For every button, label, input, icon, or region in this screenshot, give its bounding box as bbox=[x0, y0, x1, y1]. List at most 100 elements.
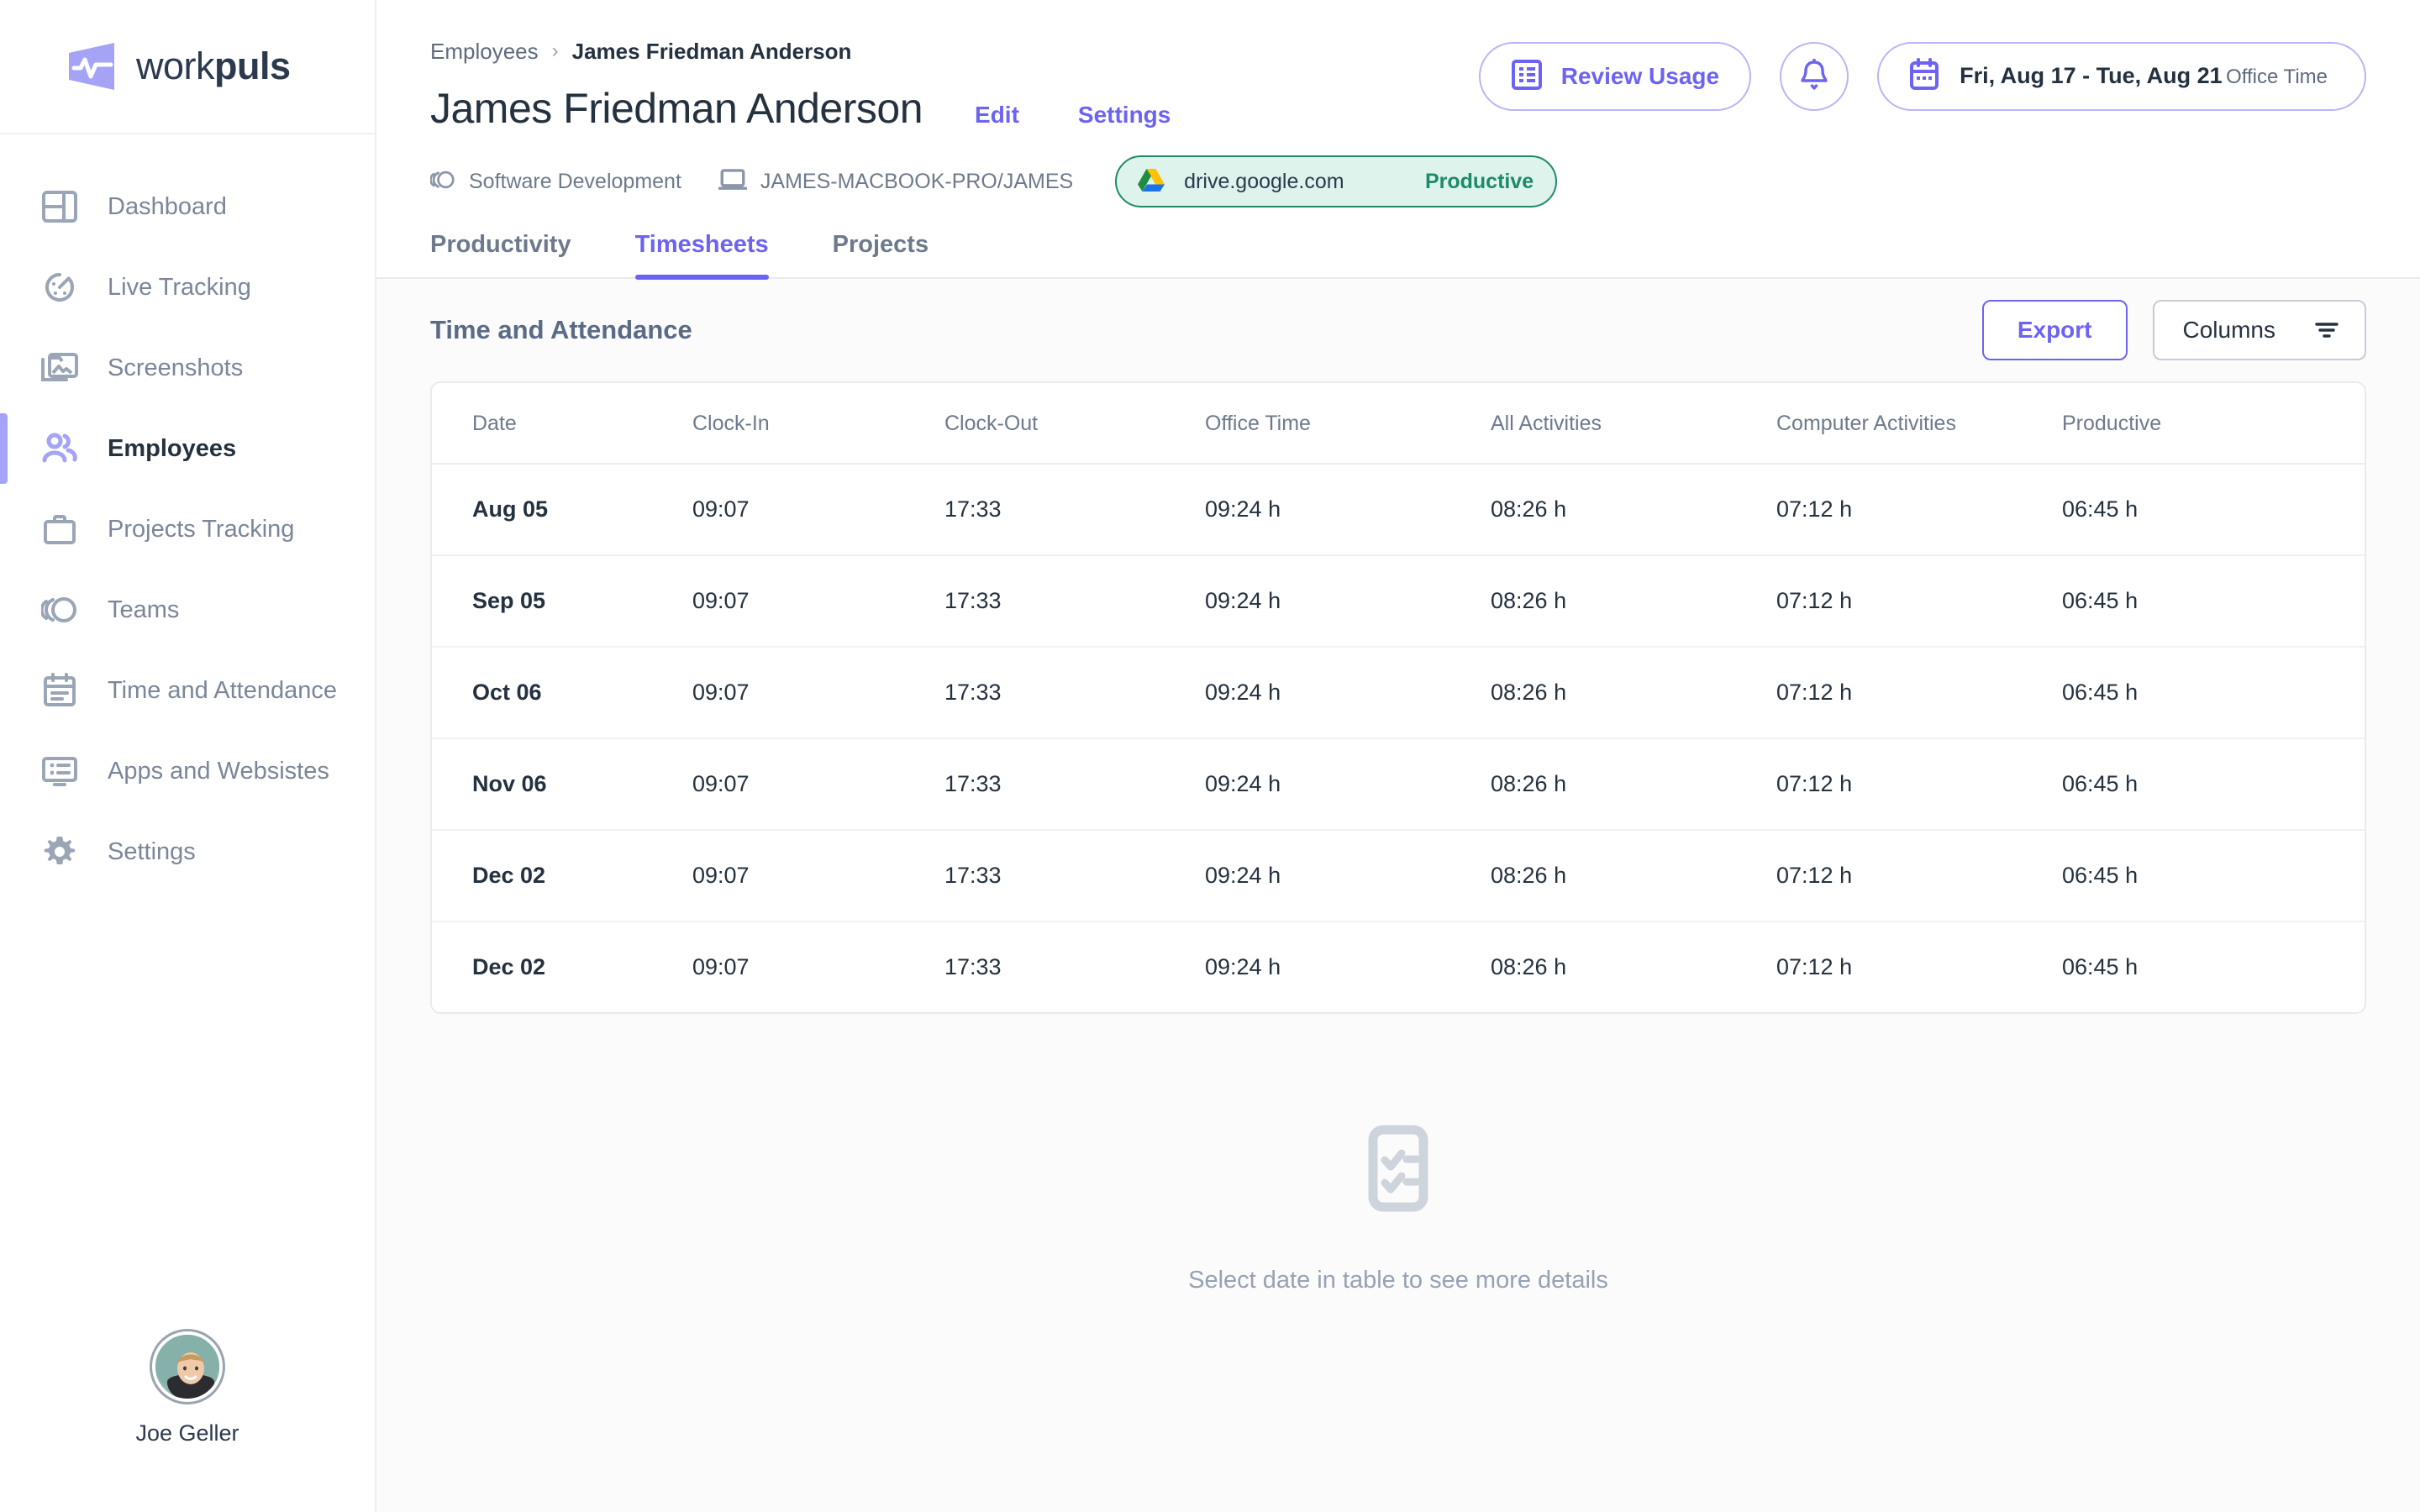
sidebar-item-employees[interactable]: Employees bbox=[0, 408, 375, 489]
status-badge: Productive bbox=[1425, 170, 1534, 194]
checklist-icon bbox=[1346, 1118, 1450, 1226]
filter-icon bbox=[2314, 320, 2339, 340]
cell-computer-activities: 07:12 h bbox=[1776, 555, 2062, 647]
table-row[interactable]: Nov 06 09:07 17:33 09:24 h 08:26 h 07:12… bbox=[432, 738, 2365, 830]
breadcrumb-parent[interactable]: Employees bbox=[430, 39, 539, 65]
review-usage-label: Review Usage bbox=[1561, 63, 1719, 90]
table-row[interactable]: Aug 05 09:07 17:33 09:24 h 08:26 h 07:12… bbox=[432, 464, 2365, 555]
cell-office-time: 09:24 h bbox=[1205, 555, 1491, 647]
sidebar-item-time-and-attendance[interactable]: Time and Attendance bbox=[0, 650, 375, 731]
sidebar-item-live-tracking[interactable]: Live Tracking bbox=[0, 247, 375, 328]
date-range-mode: Office Time bbox=[2226, 66, 2328, 88]
cell-office-time: 09:24 h bbox=[1205, 830, 1491, 921]
sidebar-item-teams[interactable]: Teams bbox=[0, 570, 375, 650]
list-screen-icon bbox=[40, 752, 79, 790]
sidebar-item-label: Screenshots bbox=[108, 354, 243, 382]
table-row[interactable]: Dec 02 09:07 17:33 09:24 h 08:26 h 07:12… bbox=[432, 921, 2365, 1012]
column-header-clock-out[interactable]: Clock-Out bbox=[944, 383, 1205, 464]
app-root: workpuls Dashboard Live Tracking Screens bbox=[0, 0, 2420, 1512]
sidebar-item-projects-tracking[interactable]: Projects Tracking bbox=[0, 489, 375, 570]
cell-clock-in: 09:07 bbox=[692, 647, 944, 738]
table-row[interactable]: Oct 06 09:07 17:33 09:24 h 08:26 h 07:12… bbox=[432, 647, 2365, 738]
cell-office-time: 09:24 h bbox=[1205, 921, 1491, 1012]
gear-icon bbox=[40, 832, 79, 871]
date-range-picker[interactable]: Fri, Aug 17 - Tue, Aug 21 Office Time bbox=[1877, 42, 2366, 111]
cell-all-activities: 08:26 h bbox=[1491, 830, 1776, 921]
column-header-productive[interactable]: Productive bbox=[2062, 383, 2365, 464]
domain-badge[interactable]: drive.google.com Productive bbox=[1115, 155, 1557, 207]
empty-state-message: Select date in table to see more details bbox=[1188, 1267, 1608, 1294]
employee-meta: Software Development JAMES-MACBOOK-PRO/J… bbox=[430, 156, 2366, 207]
sidebar-item-settings[interactable]: Settings bbox=[0, 811, 375, 892]
tab-bar: Productivity Timesheets Projects bbox=[376, 207, 2420, 279]
card-header: Time and Attendance Export Columns bbox=[430, 279, 2366, 381]
google-drive-icon bbox=[1137, 167, 1165, 197]
cell-date: Dec 02 bbox=[432, 921, 692, 1012]
cell-date: Aug 05 bbox=[432, 464, 692, 555]
sidebar-item-label: Projects Tracking bbox=[108, 516, 294, 543]
sidebar-item-label: Settings bbox=[108, 838, 196, 866]
column-header-clock-in[interactable]: Clock-In bbox=[692, 383, 944, 464]
workpuls-logo-icon bbox=[66, 41, 119, 92]
calendar-icon bbox=[1909, 58, 1939, 96]
dashboard-icon bbox=[40, 187, 79, 226]
cell-productive: 06:45 h bbox=[2062, 738, 2365, 830]
sidebar-item-label: Teams bbox=[108, 596, 179, 624]
cell-clock-in: 09:07 bbox=[692, 464, 944, 555]
calendar-icon bbox=[40, 671, 79, 710]
cell-clock-out: 17:33 bbox=[944, 921, 1205, 1012]
cell-clock-out: 17:33 bbox=[944, 647, 1205, 738]
cell-productive: 06:45 h bbox=[2062, 647, 2365, 738]
cell-clock-in: 09:07 bbox=[692, 921, 944, 1012]
table-header-row: Date Clock-In Clock-Out Office Time All … bbox=[432, 383, 2365, 464]
column-header-computer-activities[interactable]: Computer Activities bbox=[1776, 383, 2062, 464]
header-actions: Review Usage Fri, Aug 17 - Tue, Aug 21 O… bbox=[1479, 42, 2366, 111]
tab-timesheets[interactable]: Timesheets bbox=[635, 231, 769, 277]
column-header-all-activities[interactable]: All Activities bbox=[1491, 383, 1776, 464]
cell-clock-in: 09:07 bbox=[692, 830, 944, 921]
table-body: Aug 05 09:07 17:33 09:24 h 08:26 h 07:12… bbox=[432, 464, 2365, 1012]
device-name: JAMES-MACBOOK-PRO/JAMES bbox=[760, 170, 1073, 194]
columns-button[interactable]: Columns bbox=[2153, 300, 2366, 360]
export-button[interactable]: Export bbox=[1982, 300, 2128, 360]
cell-all-activities: 08:26 h bbox=[1491, 921, 1776, 1012]
table-row[interactable]: Dec 02 09:07 17:33 09:24 h 08:26 h 07:12… bbox=[432, 830, 2365, 921]
edit-link[interactable]: Edit bbox=[975, 102, 1019, 129]
sidebar-item-label: Dashboard bbox=[108, 193, 227, 221]
cell-clock-out: 17:33 bbox=[944, 555, 1205, 647]
date-range-value: Fri, Aug 17 - Tue, Aug 21 bbox=[1960, 63, 2223, 88]
cell-productive: 06:45 h bbox=[2062, 464, 2365, 555]
column-header-office-time[interactable]: Office Time bbox=[1205, 383, 1491, 464]
table-row[interactable]: Sep 05 09:07 17:33 09:24 h 08:26 h 07:12… bbox=[432, 555, 2365, 647]
notifications-button[interactable] bbox=[1780, 42, 1849, 111]
cell-date: Oct 06 bbox=[432, 647, 692, 738]
cell-computer-activities: 07:12 h bbox=[1776, 921, 2062, 1012]
avatar[interactable] bbox=[152, 1331, 223, 1402]
sidebar-item-label: Apps and Websistes bbox=[108, 758, 329, 785]
app-logo[interactable]: workpuls bbox=[0, 0, 375, 134]
cell-productive: 06:45 h bbox=[2062, 555, 2365, 647]
tab-productivity[interactable]: Productivity bbox=[430, 231, 571, 277]
cell-all-activities: 08:26 h bbox=[1491, 738, 1776, 830]
sidebar-item-dashboard[interactable]: Dashboard bbox=[0, 166, 375, 247]
cell-all-activities: 08:26 h bbox=[1491, 464, 1776, 555]
sidebar-item-screenshots[interactable]: Screenshots bbox=[0, 328, 375, 408]
sidebar-profile[interactable]: Joe Geller bbox=[0, 1331, 375, 1512]
sidebar: workpuls Dashboard Live Tracking Screens bbox=[0, 0, 376, 1512]
tab-projects[interactable]: Projects bbox=[833, 231, 929, 277]
teams-circles-icon bbox=[430, 169, 455, 195]
columns-label: Columns bbox=[2183, 317, 2275, 344]
cell-office-time: 09:24 h bbox=[1205, 464, 1491, 555]
domain-name: drive.google.com bbox=[1184, 170, 1344, 194]
sidebar-item-apps-and-websites[interactable]: Apps and Websistes bbox=[0, 731, 375, 811]
sidebar-item-label: Employees bbox=[108, 435, 236, 463]
column-header-date[interactable]: Date bbox=[432, 383, 692, 464]
device-meta: JAMES-MACBOOK-PRO/JAMES bbox=[718, 168, 1073, 196]
briefcase-icon bbox=[40, 510, 79, 549]
cell-date: Sep 05 bbox=[432, 555, 692, 647]
review-usage-button[interactable]: Review Usage bbox=[1479, 42, 1751, 111]
breadcrumb-separator-icon: › bbox=[552, 39, 559, 63]
settings-link[interactable]: Settings bbox=[1078, 102, 1171, 129]
cell-computer-activities: 07:12 h bbox=[1776, 738, 2062, 830]
images-folder-icon bbox=[40, 349, 79, 387]
